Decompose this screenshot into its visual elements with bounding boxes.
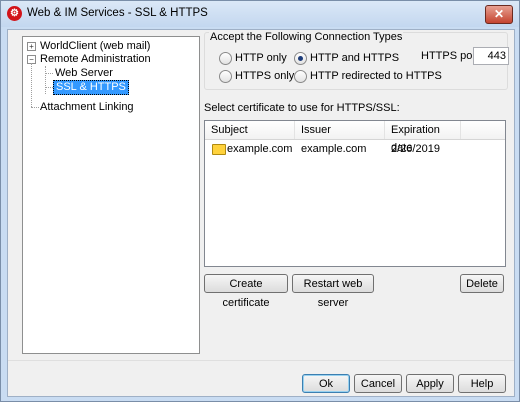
- radio-label-http-redirect[interactable]: HTTP redirected to HTTPS: [310, 70, 442, 82]
- radio-label-http-and-https[interactable]: HTTP and HTTPS: [310, 52, 399, 64]
- create-certificate-button[interactable]: Create certificate: [204, 274, 288, 309]
- tree-connector: [45, 66, 46, 94]
- connection-types-group: Accept the Following Connection Types HT…: [204, 31, 509, 90]
- certificate-icon: [212, 144, 226, 155]
- radio-http-only[interactable]: [219, 52, 232, 65]
- dialog-body: + WorldClient (web mail) − Remote Admini…: [7, 29, 515, 397]
- tree-item-remote-administration[interactable]: Remote Administration: [40, 53, 151, 66]
- group-title: Accept the Following Connection Types: [209, 31, 404, 43]
- tree-item-worldclient[interactable]: WorldClient (web mail): [40, 40, 150, 53]
- column-header-expiration[interactable]: Expiration date: [385, 121, 461, 154]
- help-button[interactable]: Help: [458, 374, 506, 393]
- title-bar[interactable]: ⚙ Web & IM Services - SSL & HTTPS ✕: [1, 1, 519, 27]
- cell-issuer: example.com: [301, 143, 367, 155]
- tree-connector: [31, 63, 32, 107]
- window-title: Web & IM Services - SSL & HTTPS: [27, 7, 208, 19]
- certificate-section-label: Select certificate to use for HTTPS/SSL:: [204, 102, 400, 114]
- tree-connector: [45, 73, 53, 74]
- close-button[interactable]: ✕: [485, 5, 513, 24]
- cancel-button[interactable]: Cancel: [354, 374, 402, 393]
- tree-item-ssl-https[interactable]: SSL & HTTPS: [53, 80, 129, 95]
- restart-web-server-button[interactable]: Restart web server: [292, 274, 374, 309]
- app-logo-icon: ⚙: [7, 6, 22, 21]
- https-port-input[interactable]: 443: [473, 47, 509, 65]
- ok-button[interactable]: Ok: [302, 374, 350, 393]
- radio-label-https-only[interactable]: HTTPS only: [235, 70, 294, 82]
- radio-label-http-only[interactable]: HTTP only: [235, 52, 287, 64]
- column-header-subject[interactable]: Subject: [205, 121, 295, 139]
- tree-item-attachment-linking[interactable]: Attachment Linking: [40, 101, 134, 114]
- certificate-list-header: Subject Issuer Expiration date: [205, 121, 505, 154]
- cell-expiration: 2/26/2019: [391, 143, 440, 155]
- dialog-window: ⚙ Web & IM Services - SSL & HTTPS ✕ + Wo…: [0, 0, 520, 402]
- radio-http-redirect[interactable]: [294, 70, 307, 83]
- delete-button[interactable]: Delete: [460, 274, 504, 293]
- cell-subject: example.com: [227, 143, 293, 155]
- https-port-label: HTTPS port: [421, 50, 480, 62]
- tree-connector: [45, 87, 53, 88]
- radio-http-and-https[interactable]: [294, 52, 307, 65]
- navigation-tree[interactable]: + WorldClient (web mail) − Remote Admini…: [22, 36, 200, 354]
- tree-item-web-server[interactable]: Web Server: [55, 67, 113, 80]
- dialog-button-bar: Ok Cancel Apply Help: [8, 360, 514, 397]
- expand-icon[interactable]: +: [27, 42, 36, 51]
- column-header-issuer[interactable]: Issuer: [295, 121, 385, 139]
- certificate-list[interactable]: Subject Issuer Expiration date example.c…: [204, 120, 506, 267]
- apply-button[interactable]: Apply: [406, 374, 454, 393]
- tree-connector: [31, 107, 39, 108]
- radio-https-only[interactable]: [219, 70, 232, 83]
